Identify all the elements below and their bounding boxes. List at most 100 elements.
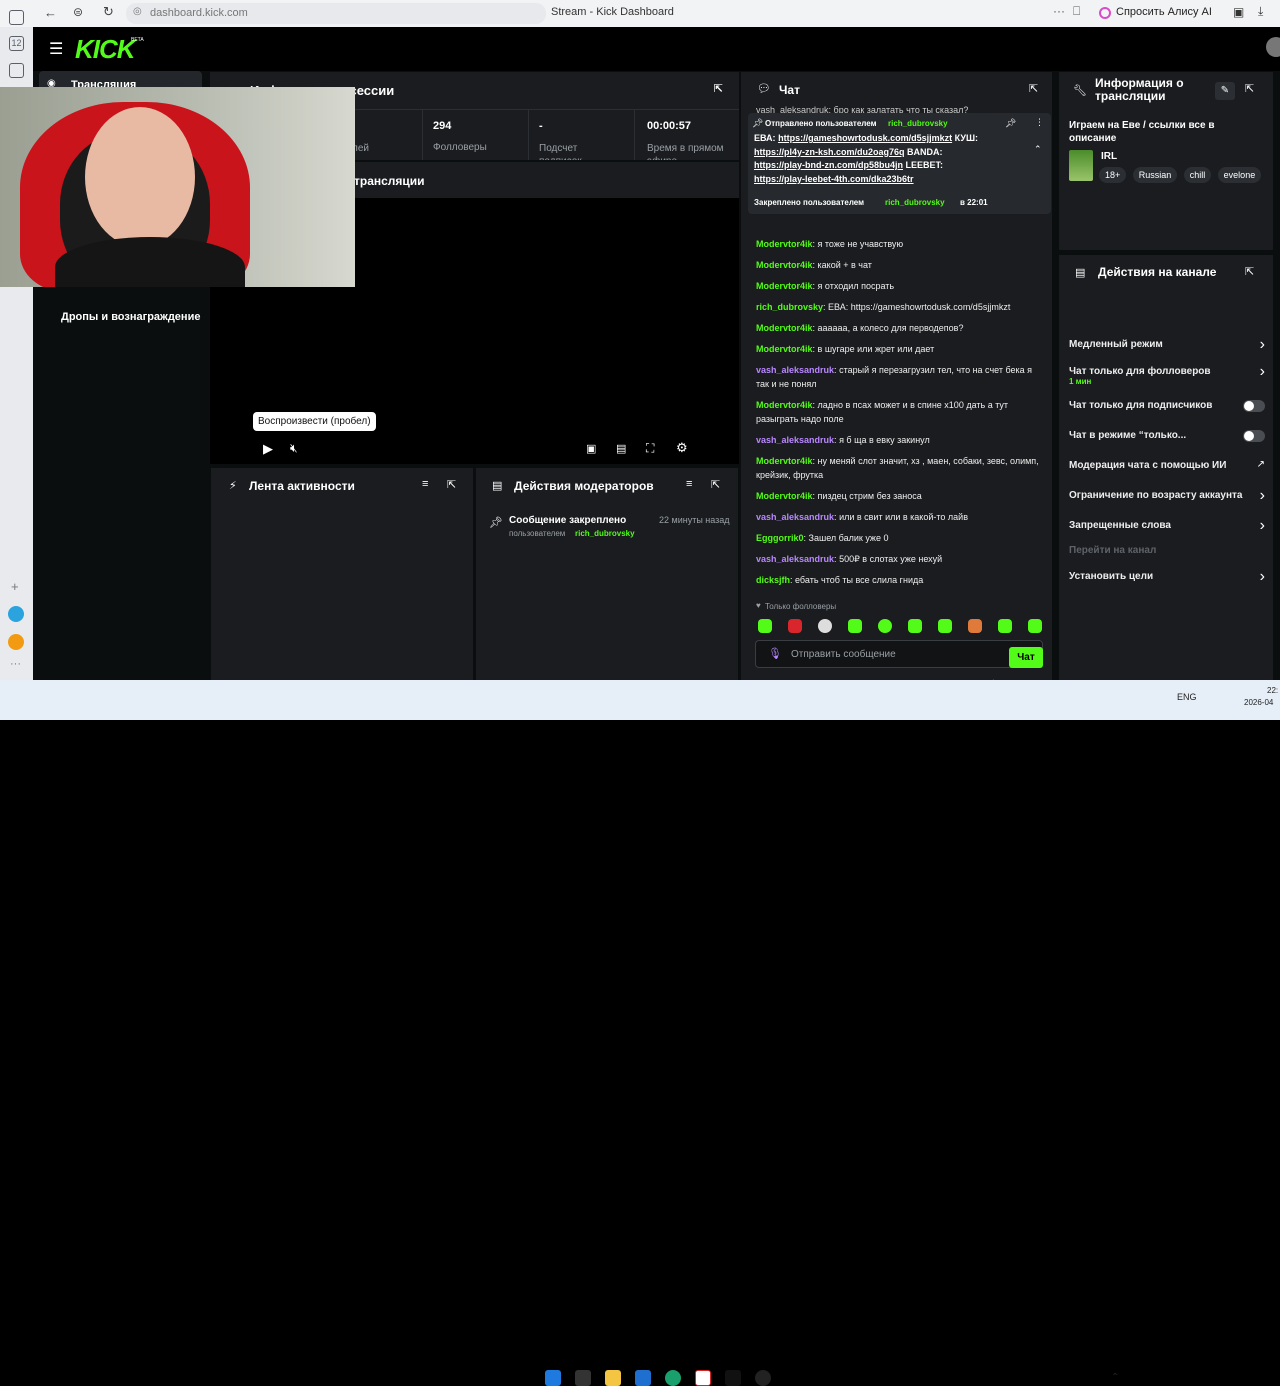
channel-action-item[interactable]: Медленный режим ›: [1059, 336, 1273, 357]
channel-action-item[interactable]: Запрещенные слова ›: [1059, 517, 1273, 538]
mute-icon[interactable]: 🔇︎: [290, 441, 298, 456]
yandex-icon[interactable]: ⊜: [73, 5, 83, 19]
chat-input[interactable]: 🎙︎ Отправить сообщение ☺: [755, 640, 1043, 668]
chat-username[interactable]: vash_aleksandruk: [756, 512, 834, 522]
play-button[interactable]: ▶: [263, 441, 273, 457]
emote[interactable]: [848, 619, 862, 633]
chevron-right-icon[interactable]: ›: [1260, 568, 1265, 586]
alice-button[interactable]: Спросить Алису AI: [1116, 6, 1212, 18]
start-icon[interactable]: [545, 1370, 561, 1386]
channel-action-item[interactable]: Чат только для фолловеров 1 мин ›: [1059, 363, 1273, 386]
app-icon[interactable]: [725, 1370, 741, 1386]
reload-icon[interactable]: ↻: [103, 4, 114, 20]
filter-icon[interactable]: ≡: [686, 478, 692, 490]
theater-icon[interactable]: ▤: [616, 442, 626, 455]
chat-username[interactable]: Modervtor4ik: [756, 344, 813, 354]
alice-icon[interactable]: [1099, 7, 1111, 19]
task-view-icon[interactable]: [575, 1370, 591, 1386]
emote[interactable]: [998, 619, 1012, 633]
emote[interactable]: [788, 619, 802, 633]
kick-logo[interactable]: KICK: [75, 34, 136, 65]
bookmark-icon[interactable]: ⎕: [1073, 4, 1080, 19]
toggle-switch[interactable]: [1243, 400, 1265, 412]
channel-action-item[interactable]: Ограничение по возрасту аккаунта ›: [1059, 487, 1273, 508]
popout-icon[interactable]: ⇱: [711, 478, 720, 491]
external-link-icon[interactable]: ↗: [1257, 459, 1265, 470]
chat-send-button[interactable]: Чат: [1009, 647, 1043, 668]
obs-icon[interactable]: [755, 1370, 771, 1386]
emote[interactable]: [908, 619, 922, 633]
emote[interactable]: [1028, 619, 1042, 633]
tag[interactable]: 18+: [1099, 167, 1127, 183]
chat-username[interactable]: Modervtor4ik: [756, 323, 813, 333]
add-icon[interactable]: +: [11, 579, 19, 594]
chat-username[interactable]: Egggorrik0: [756, 533, 804, 543]
fullscreen-icon[interactable]: ⛶: [646, 441, 654, 456]
yandex-browser-icon[interactable]: [695, 1370, 711, 1386]
screenshot-icon[interactable]: [9, 63, 24, 78]
chevron-right-icon[interactable]: ›: [1260, 363, 1265, 381]
popout-icon[interactable]: ⇱: [1245, 82, 1254, 95]
settings-icon[interactable]: ⚙: [676, 440, 688, 456]
chat-username[interactable]: vash_aleksandruk: [756, 435, 834, 445]
edit-icon[interactable]: ✎: [1215, 82, 1235, 100]
emote[interactable]: [968, 619, 982, 633]
hamburger-menu-icon[interactable]: ☰: [49, 39, 63, 59]
telegram-icon[interactable]: [8, 606, 24, 622]
site-info-icon[interactable]: ◎: [133, 6, 142, 17]
nav-item-drops[interactable]: Дропы и вознаграждение: [61, 311, 200, 323]
chat-username[interactable]: Modervtor4ik: [756, 400, 813, 410]
clock-date[interactable]: 2026-04: [1244, 698, 1273, 707]
emote[interactable]: [938, 619, 952, 633]
mic-icon[interactable]: 🎙︎: [768, 647, 782, 660]
chat-username[interactable]: Modervtor4ik: [756, 491, 813, 501]
pip-icon[interactable]: ▣: [586, 442, 596, 455]
explorer-icon[interactable]: [605, 1370, 621, 1386]
tag[interactable]: Russian: [1132, 167, 1178, 183]
tag[interactable]: chill: [1183, 167, 1212, 183]
emote[interactable]: [758, 619, 772, 633]
channel-action-item[interactable]: Модерация чата с помощью ИИ ↗: [1059, 458, 1273, 478]
clock-time[interactable]: 22:: [1267, 686, 1278, 695]
sidebar-toggle-icon[interactable]: ▣: [1233, 5, 1244, 19]
chat-username[interactable]: Modervtor4ik: [756, 260, 813, 270]
mod-item-user[interactable]: rich_dubrovsky: [575, 529, 635, 538]
back-icon[interactable]: ←: [44, 5, 57, 20]
tabs-icon[interactable]: [9, 10, 24, 25]
tab-count-icon[interactable]: 12: [9, 36, 24, 51]
popout-icon[interactable]: ⇱: [1245, 265, 1254, 278]
url-text[interactable]: dashboard.kick.com: [150, 7, 248, 19]
chat-username[interactable]: vash_aleksandruk: [756, 365, 834, 375]
emote[interactable]: [818, 619, 832, 633]
toggle-switch[interactable]: [1243, 430, 1265, 442]
channel-action-item[interactable]: Установить цели ›: [1059, 568, 1273, 589]
filter-icon[interactable]: ≡: [422, 478, 428, 490]
mail-icon[interactable]: [8, 634, 24, 650]
chevron-right-icon[interactable]: ›: [1260, 487, 1265, 505]
category-name[interactable]: IRL: [1101, 151, 1117, 162]
mod-actions-title: Действия модераторов: [514, 479, 654, 493]
emote[interactable]: [878, 619, 892, 633]
channel-action-item[interactable]: Чат только для подписчиков: [1059, 398, 1273, 418]
popout-icon[interactable]: ⇱: [714, 82, 723, 95]
chat-username[interactable]: Modervtor4ik: [756, 281, 813, 291]
popout-icon[interactable]: ⇱: [447, 478, 456, 491]
chat-username[interactable]: dicksjfh: [756, 575, 790, 585]
download-icon[interactable]: ⤓: [1258, 4, 1263, 19]
channel-action-item[interactable]: Чат в режиме “только...: [1059, 428, 1273, 448]
edge-icon[interactable]: [665, 1370, 681, 1386]
tray-chevron-icon[interactable]: ⌃: [1111, 1372, 1119, 1383]
chevron-right-icon[interactable]: ›: [1260, 517, 1265, 535]
chevron-right-icon[interactable]: ›: [1260, 336, 1265, 354]
chat-username[interactable]: Modervtor4ik: [756, 456, 813, 466]
chat-username[interactable]: vash_aleksandruk: [756, 554, 834, 564]
more-icon[interactable]: ···: [10, 658, 21, 670]
chat-username[interactable]: rich_dubrovsky: [756, 302, 823, 312]
chat-username[interactable]: Modervtor4ik: [756, 239, 813, 249]
menu-dots-icon[interactable]: ···: [1053, 4, 1065, 18]
avatar[interactable]: [1266, 37, 1280, 57]
lang-indicator[interactable]: ENG: [1177, 692, 1197, 702]
tag[interactable]: evelone: [1217, 167, 1262, 183]
store-icon[interactable]: [635, 1370, 651, 1386]
address-bar[interactable]: ◎ dashboard.kick.com: [126, 3, 546, 24]
